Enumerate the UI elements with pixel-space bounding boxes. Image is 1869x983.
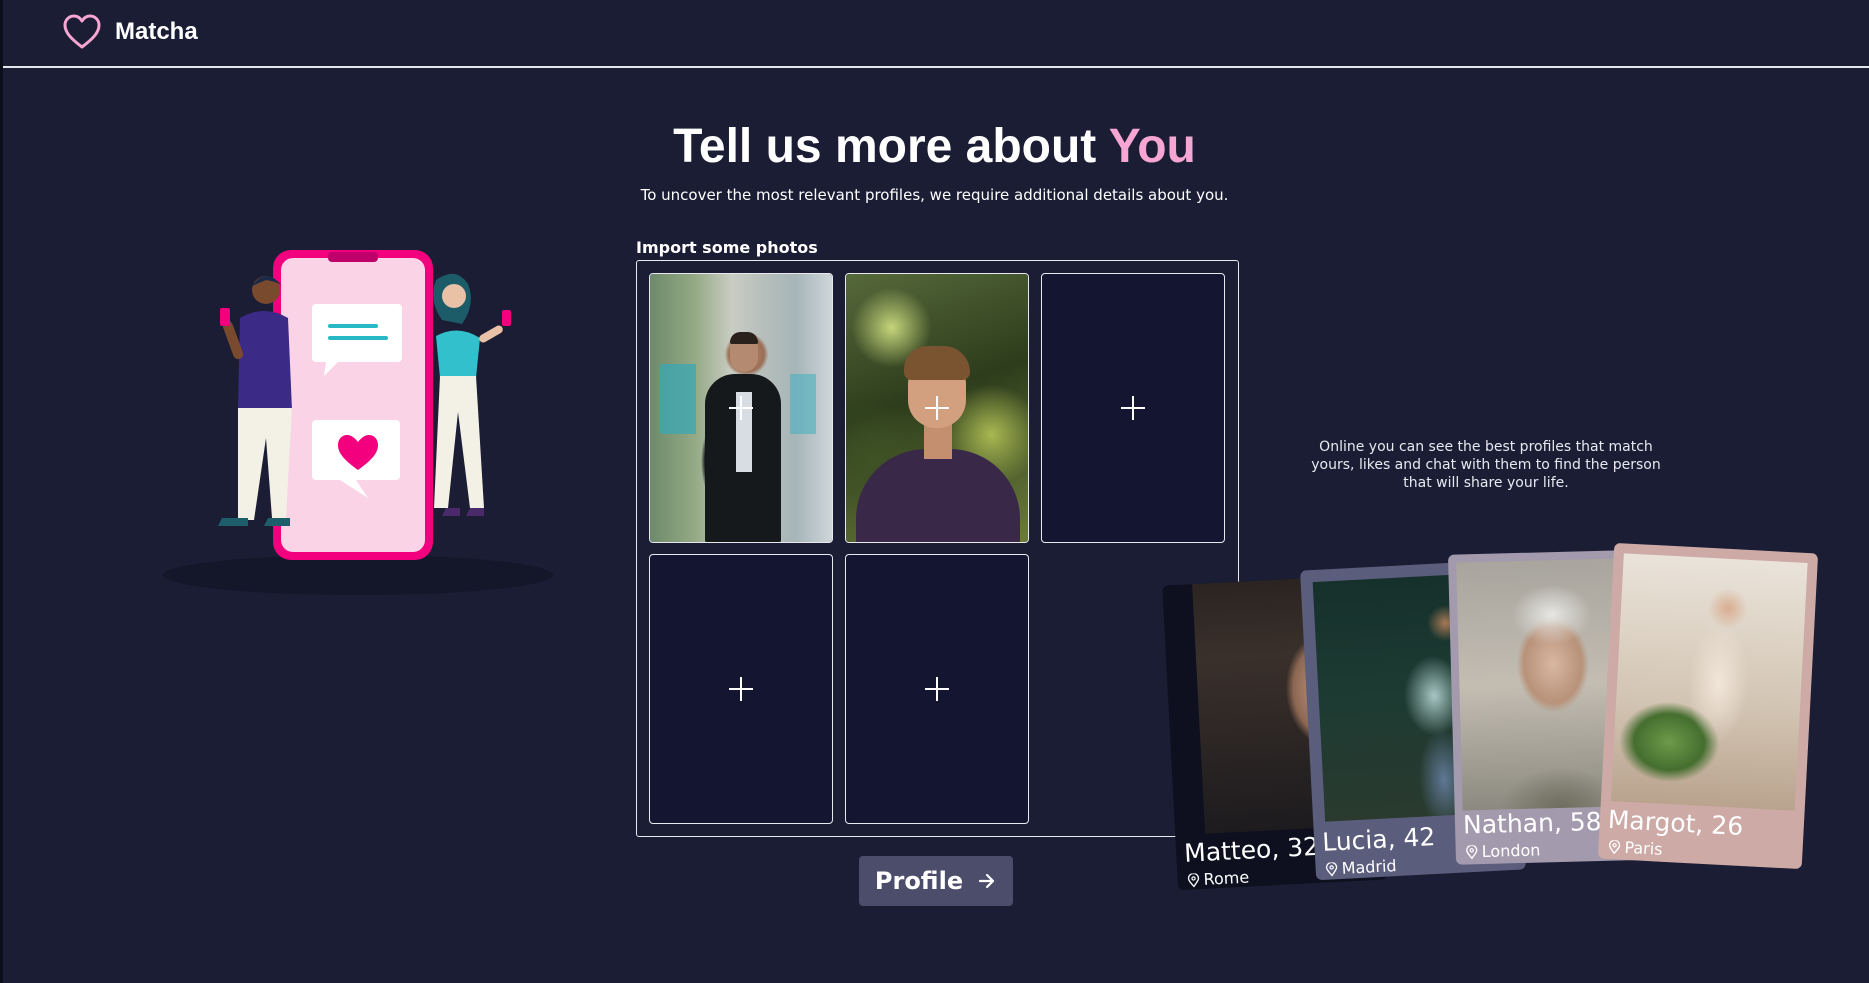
profile-location: Madrid [1325,856,1397,879]
profile-city: Madrid [1341,856,1398,878]
page-title-accent: You [1108,120,1196,173]
page-title-main: Tell us more about [673,120,1109,173]
photo-slot-4[interactable] [649,554,833,824]
brand-logo[interactable]: Matcha [63,14,198,50]
profile-photo [1610,553,1808,811]
photo-slot-1[interactable] [649,273,833,543]
profile-button-label: Profile [874,867,964,895]
profile-city: Rome [1203,867,1250,889]
profile-name: Nathan, 58 [1462,806,1602,840]
profile-location: London [1466,841,1541,862]
location-pin-icon [1466,844,1478,859]
couple-phone-illustration [163,250,553,595]
page-title: Tell us more about You [0,118,1869,176]
profile-next-button[interactable]: Profile [859,856,1013,906]
location-pin-icon [1608,839,1621,854]
add-photo-icon[interactable] [1121,396,1145,420]
photo-slot-3[interactable] [1041,273,1225,543]
add-photo-icon[interactable] [925,677,949,701]
profile-name: Margot, 26 [1607,804,1744,841]
photo-slot-2[interactable] [845,273,1029,543]
add-photo-icon[interactable] [729,396,753,420]
top-bar: Matcha [3,0,1869,68]
profile-name: Lucia, 42 [1321,822,1436,857]
add-photo-icon[interactable] [729,677,753,701]
photo-slot-5[interactable] [845,554,1029,824]
brand-name: Matcha [115,18,198,45]
profile-location: Rome [1187,868,1250,890]
page-subtitle: To uncover the most relevant profiles, w… [640,186,1229,204]
profile-card-margot: Margot, 26 Paris [1597,542,1819,870]
heart-outline-icon [63,14,101,49]
add-photo-icon[interactable] [925,396,949,420]
profile-name: Matteo, 32 [1183,831,1320,868]
location-pin-icon [1187,872,1200,887]
profile-city: Paris [1623,837,1664,859]
promo-text: Online you can see the best profiles tha… [1311,439,1661,491]
profile-location: Paris [1608,837,1663,859]
profile-city: London [1481,840,1541,862]
photos-section-label: Import some photos [636,238,818,257]
location-pin-icon [1325,861,1338,876]
photo-upload-panel [636,260,1239,837]
arrow-right-icon [979,873,995,889]
